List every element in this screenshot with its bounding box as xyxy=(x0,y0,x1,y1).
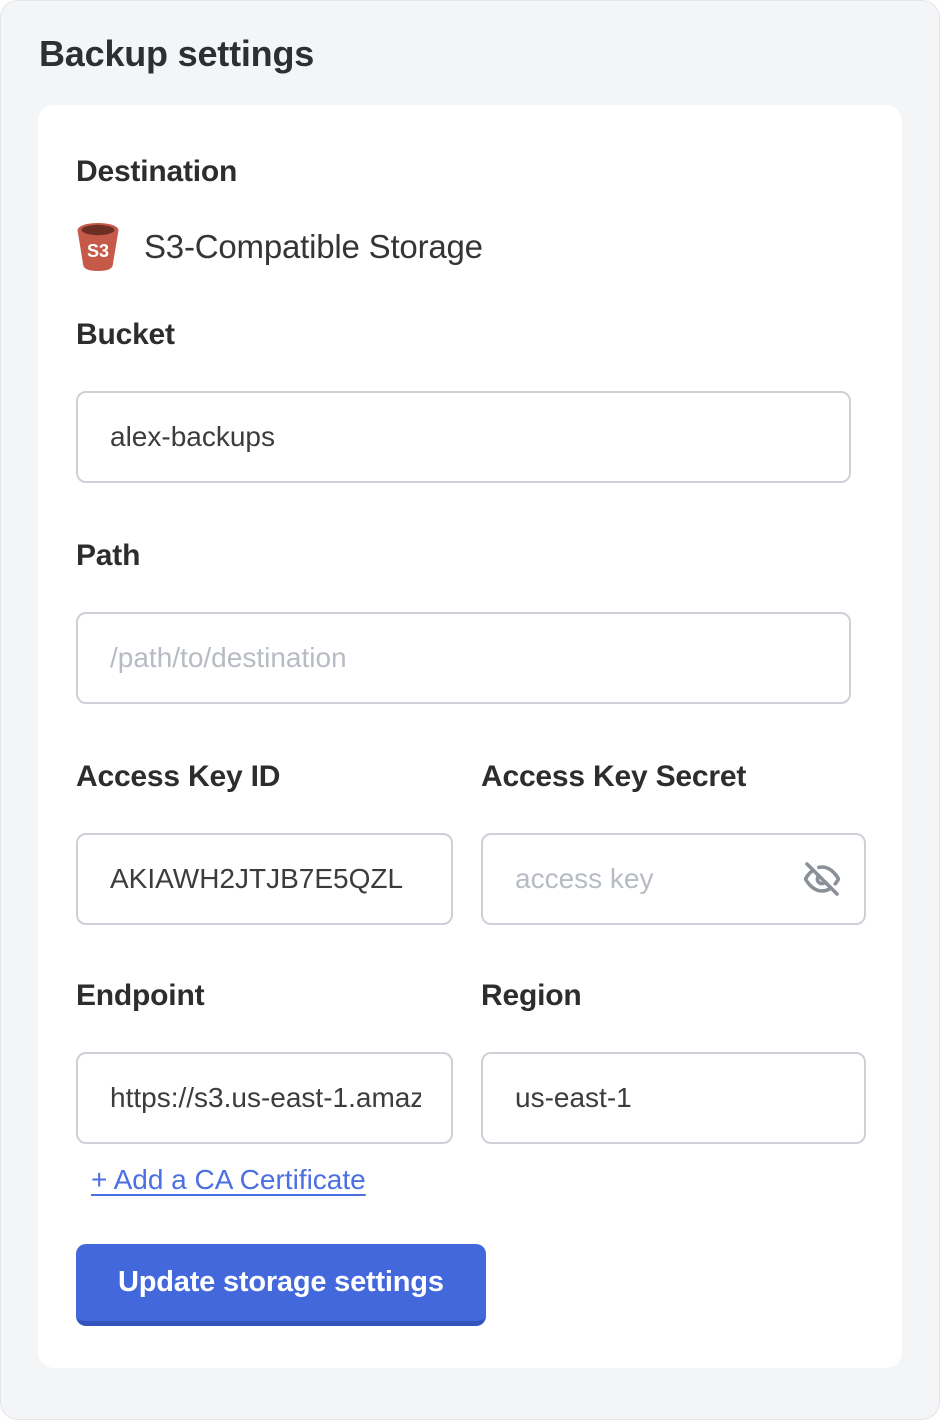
access-keys-row: Access Key ID Access Key Secret xyxy=(76,760,864,925)
destination-value: S3-Compatible Storage xyxy=(144,228,483,266)
toggle-secret-visibility-button[interactable] xyxy=(802,859,842,899)
backup-settings-page: Backup settings Destination S3 S3-Compat… xyxy=(0,0,940,1420)
access-key-id-input[interactable] xyxy=(76,833,453,925)
endpoint-field: Endpoint xyxy=(76,979,453,1144)
s3-bucket-icon: S3 xyxy=(76,222,120,272)
destination-section: Destination S3 S3-Compatible Storage xyxy=(76,155,864,272)
add-ca-certificate-link[interactable]: + Add a CA Certificate xyxy=(91,1164,366,1196)
region-label: Region xyxy=(481,979,866,1012)
settings-card: Destination S3 S3-Compatible Storage Buc… xyxy=(38,105,902,1368)
destination-value-row: S3 S3-Compatible Storage xyxy=(76,222,864,272)
path-input[interactable] xyxy=(76,612,851,704)
access-key-secret-label: Access Key Secret xyxy=(481,760,866,793)
access-key-secret-field: Access Key Secret xyxy=(481,760,866,925)
access-key-secret-input-wrap xyxy=(481,833,866,925)
eye-off-icon xyxy=(804,861,840,897)
access-key-id-label: Access Key ID xyxy=(76,760,453,793)
destination-label: Destination xyxy=(76,155,864,188)
region-field: Region xyxy=(481,979,866,1144)
access-key-id-field: Access Key ID xyxy=(76,760,453,925)
svg-text:S3: S3 xyxy=(87,241,109,261)
bucket-field: Bucket xyxy=(76,318,864,483)
endpoint-label: Endpoint xyxy=(76,979,453,1012)
path-field: Path xyxy=(76,539,864,704)
path-label: Path xyxy=(76,539,864,572)
endpoint-input[interactable] xyxy=(76,1052,453,1144)
endpoint-region-row: Endpoint Region xyxy=(76,979,864,1144)
region-input[interactable] xyxy=(481,1052,866,1144)
bucket-label: Bucket xyxy=(76,318,864,351)
update-storage-settings-button[interactable]: Update storage settings xyxy=(76,1244,486,1326)
bucket-input[interactable] xyxy=(76,391,851,483)
page-title: Backup settings xyxy=(39,33,939,75)
